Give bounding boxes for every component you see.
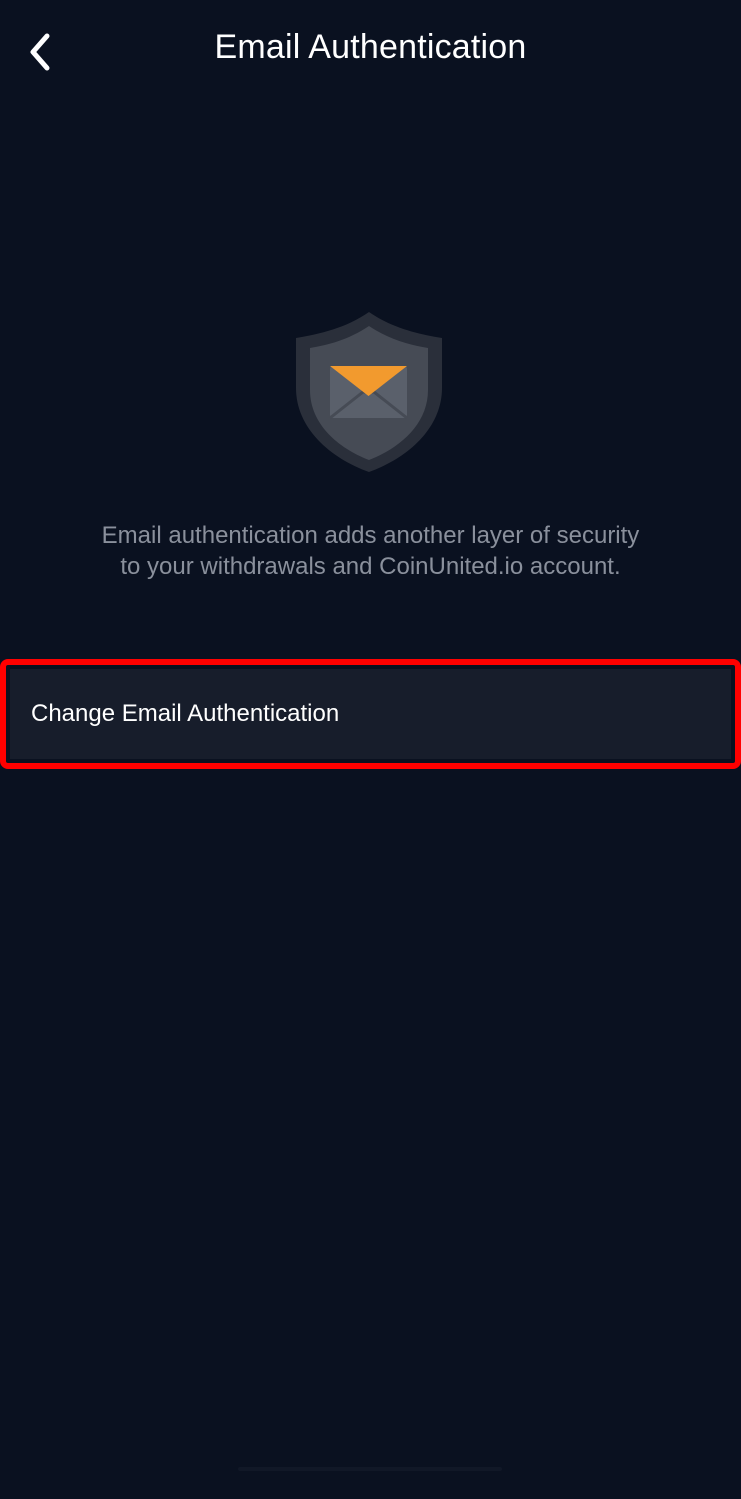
description-line-2: to your withdrawals and CoinUnited.io ac…: [120, 553, 621, 580]
top-bar: Email Authentication: [0, 0, 741, 96]
home-indicator: [238, 1467, 502, 1471]
page-title: Email Authentication: [214, 28, 527, 66]
description-text: Email authentication adds another layer …: [40, 520, 701, 582]
shield-envelope-icon: [290, 308, 448, 476]
description-line-1: Email authentication adds another layer …: [101, 522, 640, 549]
option-label: Change Email Authentication: [31, 700, 340, 727]
highlight-frame: Change Email Authentication: [0, 659, 741, 769]
change-email-authentication-button[interactable]: Change Email Authentication: [10, 669, 731, 759]
